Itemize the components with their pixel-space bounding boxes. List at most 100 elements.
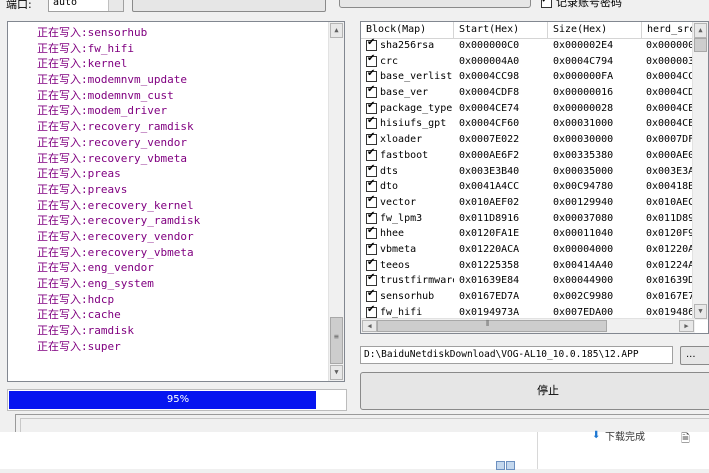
table-row[interactable]: crc0x000004A00x0004C7940x000003A4 [361, 53, 708, 70]
log-entry: 正在写入:erecovery_kernel [37, 198, 200, 214]
document-icon[interactable]: 🗎 [681, 430, 691, 445]
column-header-start[interactable]: Start(Hex) [454, 22, 548, 38]
log-entry: 正在写入:preavs [37, 182, 200, 198]
column-header-block[interactable]: Block(Map) [361, 22, 454, 38]
row-checkbox[interactable] [366, 288, 377, 302]
cell-start: 0x0120FA1E [459, 228, 520, 240]
cell-block: fw_lpm3 [380, 212, 423, 224]
record-credentials-checkbox[interactable] [541, 0, 552, 8]
log-entry-prefix: 正在写入: [37, 182, 88, 196]
row-checkbox[interactable] [366, 68, 377, 83]
table-row[interactable]: xloader0x0007E0220x000300000x0007DF60 [361, 131, 708, 148]
table-row[interactable]: fw_lpm30x011D89160x000370800x011D8944 [361, 210, 708, 227]
cell-start: 0x011D8916 [459, 212, 520, 224]
row-checkbox[interactable] [366, 131, 377, 146]
log-entry-partition: eng_system [87, 277, 154, 290]
log-entry-partition: fw_hifi [87, 41, 134, 55]
table-horizontal-scroll-thumb[interactable]: ⦀ [377, 319, 607, 332]
table-row[interactable]: hhee0x0120FA1E0x000110400x0120F998 [361, 225, 708, 242]
table-row[interactable]: vbmeta0x01220ACA0x000040000x01220A60 [361, 241, 708, 258]
table-row[interactable]: vector0x010AEF020x001299400x010AEC4C [361, 194, 708, 211]
top-action-button-mid[interactable] [339, 0, 531, 8]
table-body: sha256rsa0x000000C00x000002E40x0000005Cc… [361, 37, 708, 320]
scroll-up-arrow-icon[interactable]: ▲ [694, 23, 707, 38]
cell-size: 0x00031000 [553, 118, 614, 130]
row-checkbox[interactable] [366, 84, 377, 99]
row-checkbox[interactable] [366, 163, 377, 177]
row-checkbox[interactable] [366, 210, 377, 224]
cell-start: 0x01225358 [459, 259, 520, 271]
log-scroll-thumb[interactable]: ≡ [330, 317, 343, 364]
write-progress-bar: 95% [7, 389, 347, 411]
log-entry-partition: kernel [87, 57, 128, 71]
row-checkbox[interactable] [366, 304, 377, 318]
row-checkbox[interactable] [366, 272, 377, 287]
host-window-bottom [0, 432, 709, 469]
log-entry: 正在写入:preas [37, 166, 200, 182]
table-row[interactable]: fastboot0x000AE6F20x003353800x000AE024 [361, 147, 708, 164]
cell-start: 0x000000C0 [459, 40, 520, 51]
log-entry: 正在写入:erecovery_vbmeta [37, 245, 200, 261]
log-entry-partition: cache [87, 308, 121, 322]
row-checkbox[interactable] [366, 147, 377, 161]
table-vertical-scroll-thumb[interactable] [694, 38, 707, 52]
table-row[interactable]: package_type0x0004CE740x000000280x0004CE… [361, 100, 708, 117]
cell-start: 0x000004A0 [459, 55, 520, 67]
table-row[interactable]: trustfirmware0x01639E840x000449000x01639… [361, 272, 708, 289]
table-vertical-scrollbar[interactable]: ▲ ▼ [692, 22, 708, 320]
scroll-down-arrow-icon[interactable]: ▼ [330, 365, 343, 380]
table-row[interactable]: base_ver0x0004CDF80x000000160x0004CD94 [361, 84, 708, 101]
port-select[interactable]: auto [48, 0, 124, 12]
log-entry-prefix: 正在写入: [37, 104, 88, 118]
row-checkbox[interactable] [366, 53, 377, 67]
table-row[interactable]: sha256rsa0x000000C00x000002E40x0000005C [361, 37, 708, 54]
log-entry: 正在写入:recovery_ramdisk [37, 119, 200, 135]
log-entry-prefix: 正在写入: [37, 41, 88, 55]
firmware-path-input[interactable]: D:\BaiduNetdiskDownload\VOG-AL10_10.0.18… [360, 346, 673, 364]
log-entry: 正在写入:erecovery_ramdisk [37, 213, 200, 229]
row-checkbox[interactable] [366, 225, 377, 240]
log-entry-partition: super [87, 339, 121, 353]
row-checkbox[interactable] [366, 100, 377, 114]
row-checkbox[interactable] [366, 241, 377, 255]
cell-block: package_type [380, 102, 453, 114]
stop-button-label: 停止 [537, 384, 559, 397]
cell-size: 0x00037080 [553, 212, 614, 224]
stop-button[interactable]: 停止 [360, 372, 709, 410]
log-entry-partition: erecovery_ramdisk [87, 214, 201, 228]
column-header-size[interactable]: Size(Hex) [548, 22, 642, 38]
scroll-down-arrow-icon[interactable]: ▼ [694, 304, 707, 319]
table-row[interactable]: sensorhub0x0167ED7A0x002C99800x0167E784 [361, 288, 708, 305]
cell-size: 0x002C9980 [553, 291, 614, 302]
log-entry: 正在写入:ramdisk [37, 323, 200, 339]
top-action-button-left[interactable] [132, 0, 326, 12]
partition-table: Block(Map) Start(Hex) Size(Hex) herd_src… [360, 21, 709, 334]
log-entry-prefix: 正在写入: [37, 229, 88, 243]
scroll-up-arrow-icon[interactable]: ▲ [330, 23, 343, 38]
row-checkbox[interactable] [366, 257, 377, 271]
table-row[interactable]: teeos0x012253580x00414A400x01224ACC [361, 257, 708, 274]
browse-button[interactable]: ... [680, 346, 709, 365]
row-checkbox[interactable] [366, 115, 377, 130]
row-checkbox[interactable] [366, 178, 377, 193]
log-vertical-scrollbar[interactable]: ▲ ≡ ▼ [328, 22, 344, 381]
table-row[interactable]: dto0x0041A4CC0x00C947800x00418B40 [361, 178, 708, 195]
row-checkbox[interactable] [366, 194, 377, 208]
scroll-right-arrow-icon[interactable]: ▶ [679, 320, 694, 332]
table-row[interactable]: base_verlist0x0004CC980x000000FA0x0004CC… [361, 68, 708, 85]
scroll-left-arrow-icon[interactable]: ◀ [362, 320, 377, 332]
log-entry-prefix: 正在写入: [37, 261, 88, 275]
log-entry-prefix: 正在写入: [37, 214, 88, 228]
table-horizontal-scrollbar[interactable]: ◀ ⦀ ▶ [361, 318, 695, 333]
table-row[interactable]: hisiufs_gpt0x0004CF600x000310000x0004CE9… [361, 115, 708, 132]
cell-size: 0x00C94780 [553, 181, 614, 193]
cell-block: crc [380, 55, 399, 67]
cell-block: dto [380, 181, 399, 193]
log-entry-prefix: 正在写入: [37, 292, 88, 306]
table-row[interactable]: dts0x003E3B400x000350000x003E3A74 [361, 163, 708, 180]
taskbar-mini-icons[interactable] [496, 460, 518, 470]
row-checkbox[interactable] [366, 37, 377, 51]
cell-start: 0x010AEF02 [459, 196, 520, 208]
log-entry: 正在写入:recovery_vendor [37, 135, 200, 151]
chevron-down-icon[interactable] [108, 0, 123, 11]
